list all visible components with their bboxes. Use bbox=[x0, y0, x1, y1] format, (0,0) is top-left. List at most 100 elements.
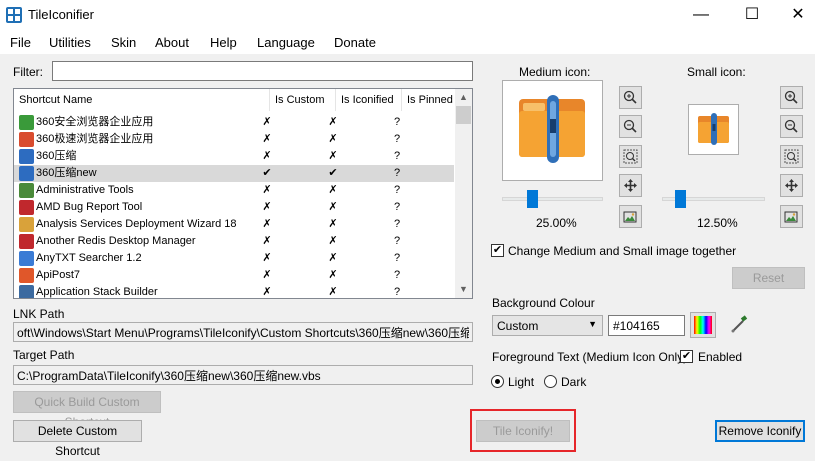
menu-file[interactable]: File bbox=[10, 35, 31, 50]
shortcut-name: Another Redis Desktop Manager bbox=[36, 235, 196, 247]
table-row[interactable]: 360安全浏览器企业应用 ✗ ✗? bbox=[14, 114, 454, 131]
small-zoom-slider-thumb[interactable] bbox=[674, 190, 686, 208]
medium-zoom-value: 25.00% bbox=[536, 216, 577, 230]
vertical-scrollbar[interactable]: ▲ ▼ bbox=[455, 89, 472, 298]
medium-zoom-out-button[interactable] bbox=[619, 115, 642, 138]
medium-zoom-slider-thumb[interactable] bbox=[527, 190, 539, 208]
scroll-down-icon[interactable]: ▼ bbox=[455, 281, 472, 298]
maximize-icon[interactable]: ☐ bbox=[729, 0, 775, 30]
table-row[interactable]: Analysis Services Deployment Wizard 18 ✗ ✗… bbox=[14, 216, 454, 233]
is-pinned-cell: ? bbox=[393, 286, 401, 298]
is-custom-cell: ✗ bbox=[262, 252, 272, 264]
minimize-icon[interactable]: — bbox=[678, 0, 724, 30]
app-icon bbox=[19, 251, 34, 266]
dark-radio[interactable] bbox=[544, 375, 557, 388]
is-iconified-cell: ✗ bbox=[328, 235, 338, 247]
foreground-enabled-label: Enabled bbox=[698, 350, 743, 364]
app-icon bbox=[6, 7, 22, 23]
column-header-pinned[interactable]: Is Pinned bbox=[402, 89, 456, 111]
scroll-thumb[interactable] bbox=[456, 106, 471, 124]
filter-label: Filter: bbox=[13, 65, 43, 79]
is-custom-cell: ✗ bbox=[262, 133, 272, 145]
is-custom-cell: ✗ bbox=[262, 218, 272, 230]
table-row[interactable]: AnyTXT Searcher 1.2 ✗ ✗? bbox=[14, 250, 454, 267]
small-zoom-out-button[interactable] bbox=[780, 115, 803, 138]
is-custom-cell: ✔ bbox=[262, 167, 272, 179]
small-icon-preview bbox=[688, 104, 739, 155]
is-custom-cell: ✗ bbox=[262, 150, 272, 162]
title-bar: TileIconifier — ☐ ✕ bbox=[0, 0, 815, 30]
move-icon bbox=[624, 179, 637, 192]
is-pinned-cell: ? bbox=[393, 167, 401, 179]
table-row[interactable]: 360压缩new ✔ ✔? bbox=[14, 165, 454, 182]
archive-icon bbox=[698, 113, 729, 145]
image-icon bbox=[784, 211, 798, 223]
menu-help[interactable]: Help bbox=[210, 35, 237, 50]
column-header-name[interactable]: Shortcut Name bbox=[14, 89, 270, 111]
menu-skin[interactable]: Skin bbox=[111, 35, 136, 50]
medium-zoom-slider-track[interactable] bbox=[502, 197, 603, 201]
menu-language[interactable]: Language bbox=[257, 35, 315, 50]
target-path-field[interactable] bbox=[13, 365, 473, 385]
is-pinned-cell: ? bbox=[393, 235, 401, 247]
is-iconified-cell: ✗ bbox=[328, 184, 338, 196]
column-header-iconified[interactable]: Is Iconified bbox=[336, 89, 402, 111]
shortcut-name: AMD Bug Report Tool bbox=[36, 201, 143, 213]
filter-input[interactable] bbox=[52, 61, 473, 81]
table-row[interactable]: AMD Bug Report Tool ✗ ✗? bbox=[14, 199, 454, 216]
menu-donate[interactable]: Donate bbox=[334, 35, 376, 50]
change-together-checkbox[interactable]: ✔ bbox=[491, 244, 504, 257]
zoom-fit-icon bbox=[623, 149, 638, 164]
light-radio[interactable] bbox=[491, 375, 504, 388]
is-iconified-cell: ✗ bbox=[328, 252, 338, 264]
medium-icon-label: Medium icon: bbox=[519, 65, 591, 79]
scroll-up-icon[interactable]: ▲ bbox=[455, 89, 472, 106]
is-iconified-cell: ✗ bbox=[328, 201, 338, 213]
colour-picker-button[interactable] bbox=[690, 312, 716, 338]
medium-fit-button[interactable] bbox=[619, 145, 642, 168]
app-icon bbox=[19, 183, 34, 198]
small-zoom-in-button[interactable] bbox=[780, 86, 803, 109]
is-iconified-cell: ✗ bbox=[328, 269, 338, 281]
is-pinned-cell: ? bbox=[393, 201, 401, 213]
table-row[interactable]: 360极速浏览器企业应用 ✗ ✗? bbox=[14, 131, 454, 148]
is-iconified-cell: ✗ bbox=[328, 116, 338, 128]
close-icon[interactable]: ✕ bbox=[775, 0, 815, 30]
table-row[interactable]: ApiPost7 ✗ ✗? bbox=[14, 267, 454, 284]
zoom-in-icon bbox=[784, 90, 798, 104]
remove-iconify-button[interactable]: Remove Iconify bbox=[715, 420, 805, 442]
table-row[interactable]: Administrative Tools ✗ ✗? bbox=[14, 182, 454, 199]
is-iconified-cell: ✔ bbox=[328, 167, 338, 179]
small-image-button[interactable] bbox=[780, 205, 803, 228]
small-fit-button[interactable] bbox=[780, 145, 803, 168]
shortcut-name: 360极速浏览器企业应用 bbox=[36, 133, 154, 145]
is-pinned-cell: ? bbox=[393, 150, 401, 162]
medium-center-button[interactable] bbox=[619, 174, 642, 197]
background-hex-input[interactable] bbox=[608, 315, 685, 336]
table-row[interactable]: Application Stack Builder ✗ ✗? bbox=[14, 284, 454, 298]
background-colour-select[interactable]: Custom ▼ bbox=[492, 315, 603, 336]
menu-about[interactable]: About bbox=[155, 35, 189, 50]
table-row[interactable]: Another Redis Desktop Manager ✗ ✗? bbox=[14, 233, 454, 250]
reset-button[interactable]: Reset bbox=[732, 267, 805, 289]
small-center-button[interactable] bbox=[780, 174, 803, 197]
eyedropper-icon[interactable] bbox=[728, 312, 752, 336]
column-header-custom[interactable]: Is Custom bbox=[270, 89, 336, 111]
is-custom-cell: ✗ bbox=[262, 269, 272, 281]
small-zoom-value: 12.50% bbox=[697, 216, 738, 230]
shortcut-grid[interactable]: Shortcut Name Is Custom Is Iconified Is … bbox=[13, 88, 473, 299]
medium-zoom-in-button[interactable] bbox=[619, 86, 642, 109]
foreground-enabled-checkbox[interactable]: ✔ bbox=[680, 350, 693, 363]
delete-custom-shortcut-button[interactable]: Delete Custom Shortcut bbox=[13, 420, 142, 458]
lnk-path-field[interactable] bbox=[13, 322, 473, 342]
is-custom-cell: ✗ bbox=[262, 286, 272, 298]
zoom-in-icon bbox=[623, 90, 637, 104]
app-icon bbox=[19, 200, 34, 215]
app-icon bbox=[19, 115, 34, 130]
medium-icon-preview bbox=[502, 80, 603, 181]
menu-utilities[interactable]: Utilities bbox=[49, 35, 91, 50]
table-row[interactable]: 360压缩 ✗ ✗? bbox=[14, 148, 454, 165]
medium-image-button[interactable] bbox=[619, 205, 642, 228]
quick-build-button[interactable]: Quick Build Custom Shortcut bbox=[13, 391, 161, 429]
archive-icon bbox=[519, 95, 585, 163]
